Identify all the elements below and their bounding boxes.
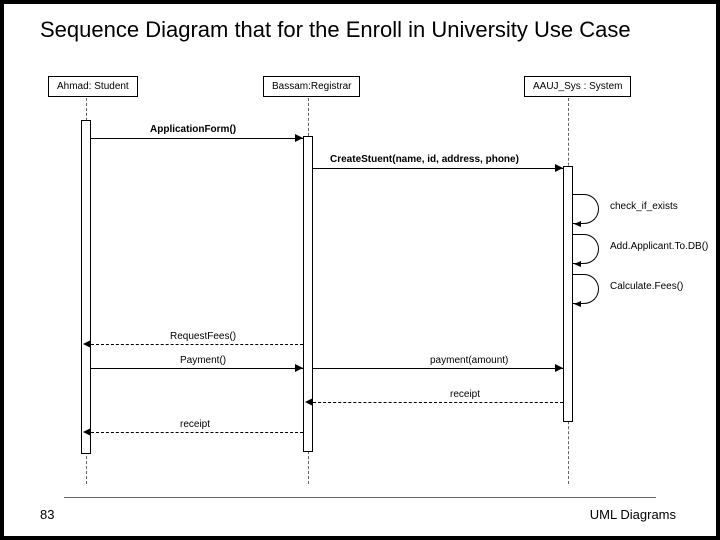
footer-label: UML Diagrams bbox=[590, 507, 676, 522]
page-number: 83 bbox=[40, 507, 54, 522]
msg-receipt1-line bbox=[313, 402, 563, 403]
msg-requestfees-label: RequestFees() bbox=[168, 331, 238, 342]
selfmsg-addapplicant-label: Add.Applicant.To.DB() bbox=[608, 241, 710, 252]
arrowhead-icon bbox=[574, 221, 581, 227]
sequence-diagram: Ahmad: Student Bassam:Registrar AAUJ_Sys… bbox=[28, 76, 700, 486]
lifeline-system-head: AAUJ_Sys : System bbox=[524, 76, 631, 97]
msg-payment-line bbox=[91, 368, 303, 369]
activation-student bbox=[81, 120, 91, 454]
msg-applicationform-line bbox=[91, 138, 303, 139]
msg-payment-label: Payment() bbox=[178, 355, 228, 366]
selfmsg-checkexists-label: check_if_exists bbox=[608, 201, 680, 212]
lifeline-student-head: Ahmad: Student bbox=[48, 76, 138, 97]
selfmsg-addapplicant-loop bbox=[573, 234, 599, 264]
msg-paymentamount-line bbox=[313, 368, 563, 369]
msg-requestfees-line bbox=[91, 344, 303, 345]
msg-receipt2-line bbox=[91, 432, 303, 433]
slide: Sequence Diagram that for the Enroll in … bbox=[0, 0, 720, 540]
msg-createstudent-label: CreateStuent(name, id, address, phone) bbox=[328, 154, 521, 165]
slide-title: Sequence Diagram that for the Enroll in … bbox=[40, 16, 631, 44]
msg-paymentamount-label: payment(amount) bbox=[428, 355, 510, 366]
arrowhead-icon bbox=[83, 428, 91, 436]
arrowhead-icon bbox=[83, 340, 91, 348]
activation-system bbox=[563, 166, 573, 422]
selfmsg-calculatefees-loop bbox=[573, 274, 599, 304]
msg-receipt2-label: receipt bbox=[178, 419, 212, 430]
msg-applicationform-label: ApplicationForm() bbox=[148, 124, 238, 135]
arrowhead-icon bbox=[574, 261, 581, 267]
msg-createstudent-line bbox=[313, 168, 563, 169]
footer-divider bbox=[64, 497, 656, 498]
msg-receipt1-label: receipt bbox=[448, 389, 482, 400]
lifeline-registrar-head: Bassam:Registrar bbox=[263, 76, 360, 97]
arrowhead-icon bbox=[305, 398, 313, 406]
selfmsg-calculatefees-label: Calculate.Fees() bbox=[608, 281, 685, 292]
arrowhead-icon bbox=[295, 364, 303, 372]
selfmsg-checkexists-loop bbox=[573, 194, 599, 224]
arrowhead-icon bbox=[295, 134, 303, 142]
arrowhead-icon bbox=[574, 301, 581, 307]
arrowhead-icon bbox=[555, 364, 563, 372]
arrowhead-icon bbox=[555, 164, 563, 172]
